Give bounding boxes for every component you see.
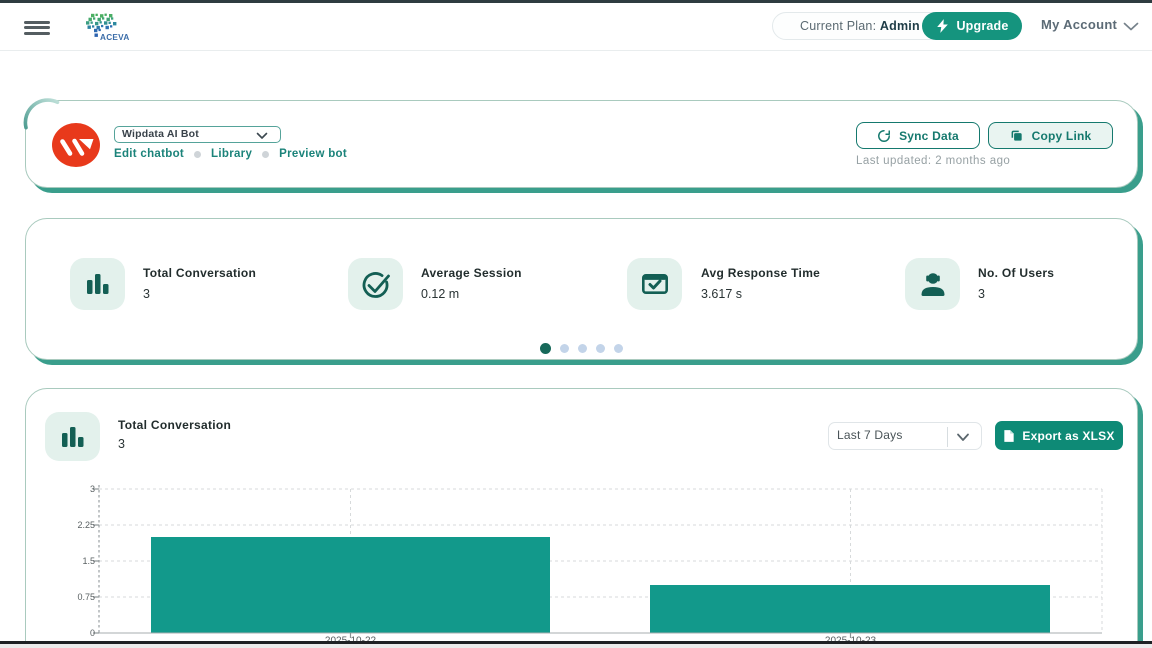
svg-text:2.25: 2.25 [77,520,95,530]
svg-text:3: 3 [90,484,95,494]
svg-text:0: 0 [90,628,95,638]
svg-text:ACEVA: ACEVA [100,33,130,42]
svg-text:0.75: 0.75 [77,592,95,602]
svg-text:1.5: 1.5 [82,556,95,566]
